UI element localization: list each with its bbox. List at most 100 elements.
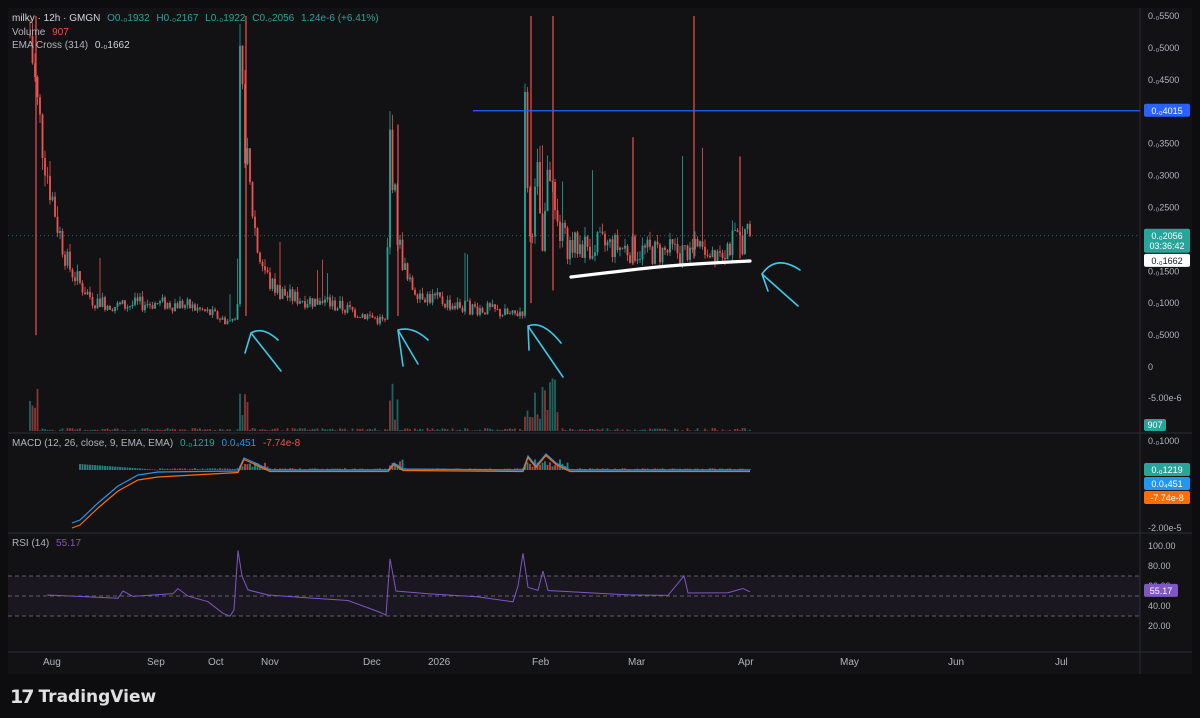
candle-body [581,244,584,258]
candle-body [356,316,359,318]
volume-bar [359,429,361,431]
volume-bar [426,428,429,431]
volume-bar [351,428,354,431]
volume-bar [656,428,659,431]
volume-bar [311,428,314,431]
macd-histogram-bar [246,464,249,470]
volume-bar [174,429,176,431]
candle-body [514,310,516,314]
candle-body [699,241,701,247]
macd-histogram-bar [136,468,139,470]
candle-body [284,288,286,296]
volume-bar [431,428,434,431]
volume-bar [439,430,441,431]
macd-histogram-bar [529,463,531,470]
macd-histogram-bar [139,468,141,470]
macd-histogram-bar [174,468,176,470]
volume-bar [281,430,284,431]
volume-bar [639,430,641,431]
candle-body [239,45,241,305]
macd-badge: 0.0₄451 [1151,479,1182,489]
candle-body [344,310,346,313]
candle-body [484,312,486,315]
candle-body [64,254,66,266]
macd-histogram-bar [111,466,114,470]
macd-histogram-bar [191,468,194,470]
volume-bar [356,428,359,431]
candle-body [61,230,64,255]
candle-body [706,254,709,256]
candle-body [556,210,559,222]
candle-body [121,300,124,305]
chart-area[interactable]: 0.₀5500 0.₀5000 0.₀4500 0.₀3500 0.₀3000 0.₀25… [8,8,1192,674]
macd-histogram-bar [549,462,551,470]
candle-body [309,298,311,305]
macd-legend[interactable]: MACD (12, 26, close, 9, EMA, EMA) 0.₀121… [12,438,304,449]
volume-bar [389,400,391,431]
candle-body [536,162,539,187]
volume-bar [739,430,741,431]
volume-bar [274,428,276,431]
volume-bar [464,428,466,431]
candle-body [374,317,376,319]
macd-histogram-bar [131,467,134,470]
volume-bar [166,428,169,431]
macd-histogram-bar [164,469,166,470]
ema-legend[interactable]: EMA Cross (314) 0.₀1662 [12,40,134,51]
candle-body [571,240,574,253]
volume-bar [226,429,229,431]
candle-body [701,241,704,247]
candle-body [166,302,169,309]
macd-histogram-bar [169,469,171,470]
rsi-legend[interactable]: RSI (14) 55.17 [12,538,85,549]
candle-body [84,292,86,295]
rsi-axis-tick: 20.00 [1148,621,1171,631]
macd-histogram-bar [134,468,136,470]
time-axis-label: Nov [261,657,279,668]
candle-body [364,314,366,320]
symbol-label[interactable]: milky · 12h · GMGN [12,13,100,24]
macd-histogram-bar [224,468,226,470]
volume-bar [744,428,746,431]
volume-bar [529,416,531,431]
candle-body [139,296,141,302]
macd-histogram-bar [526,462,529,470]
candle-body [489,303,491,307]
candle-body [271,278,274,289]
time-axis-label: Aug [43,657,61,668]
macd-histogram-bar [96,465,99,470]
candle-body [441,296,444,304]
volume-bar [361,428,364,431]
price-axis-tick: 0.₀2500 [1148,202,1179,212]
candle-body [524,91,526,316]
rsi-axis-tick: 40.00 [1148,601,1171,611]
volume-bar [499,430,501,431]
tradingview-logo[interactable]: 17 TradingView [10,686,156,708]
macd-histogram-bar [229,468,231,470]
volume-bar [689,430,691,431]
candle-body [41,114,44,159]
macd-histogram-bar [209,468,211,470]
volume-bar [36,388,39,431]
candle-body [216,311,219,319]
volume-legend[interactable]: Volume 907 [12,27,73,38]
volume-bar [79,428,81,431]
candle-body [559,221,561,241]
countdown-badge: 03:36:42 [1149,241,1184,251]
candle-body [354,309,356,317]
candle-body [394,184,396,191]
volume-bar [589,428,591,431]
volume-bar [586,430,589,431]
candle-body [304,301,306,308]
volume-bar [556,412,559,431]
volume-bar [51,429,54,431]
volume-bar [184,429,186,431]
volume-bar [519,428,521,431]
volume-bar [241,415,244,431]
candle-body [54,196,56,217]
candle-body [424,299,426,303]
candle-body [414,289,416,295]
macd-histogram-bar [106,466,109,470]
volume-bar [246,402,249,431]
chart-canvas[interactable]: 0.₀5500 0.₀5000 0.₀4500 0.₀3500 0.₀3000 0.₀25… [8,8,1192,674]
